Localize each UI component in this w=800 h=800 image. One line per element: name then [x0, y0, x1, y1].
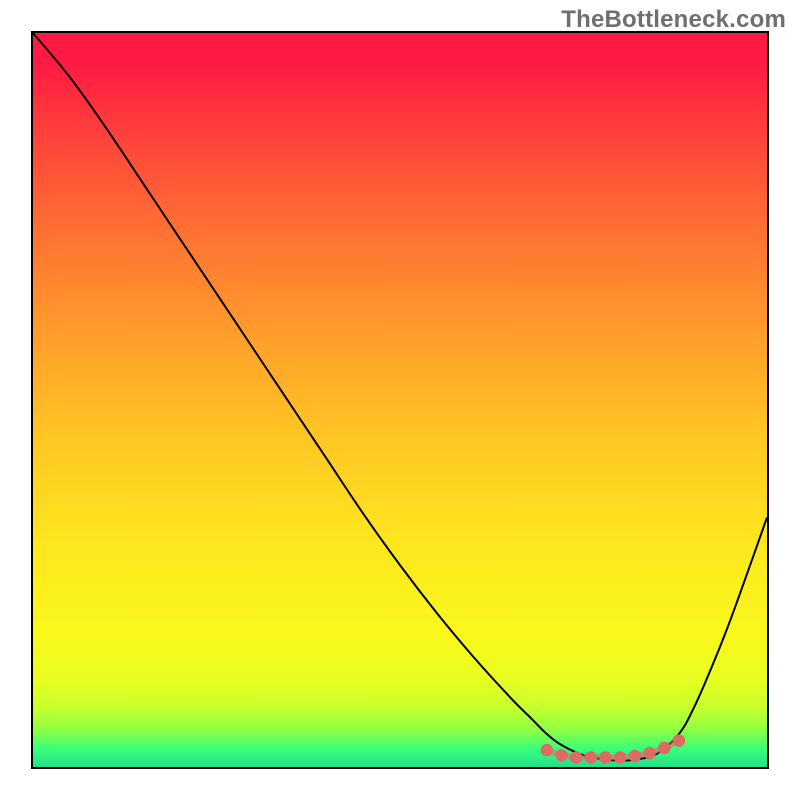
main-curve [33, 33, 767, 760]
highlight-dot [585, 751, 597, 763]
highlight-dot [541, 744, 553, 756]
highlight-dot [570, 751, 582, 763]
highlight-dots [541, 734, 686, 763]
highlight-dot [629, 750, 641, 762]
watermark-text: TheBottleneck.com [561, 6, 786, 34]
chart-container: TheBottleneck.com [0, 0, 800, 800]
highlight-dot [673, 734, 685, 746]
plot-area [31, 31, 769, 769]
highlight-dot [555, 749, 567, 761]
highlight-dot [599, 751, 611, 763]
highlight-dot [658, 742, 670, 754]
highlight-dot [643, 747, 655, 759]
highlight-dot [614, 751, 626, 763]
chart-svg [33, 33, 767, 767]
